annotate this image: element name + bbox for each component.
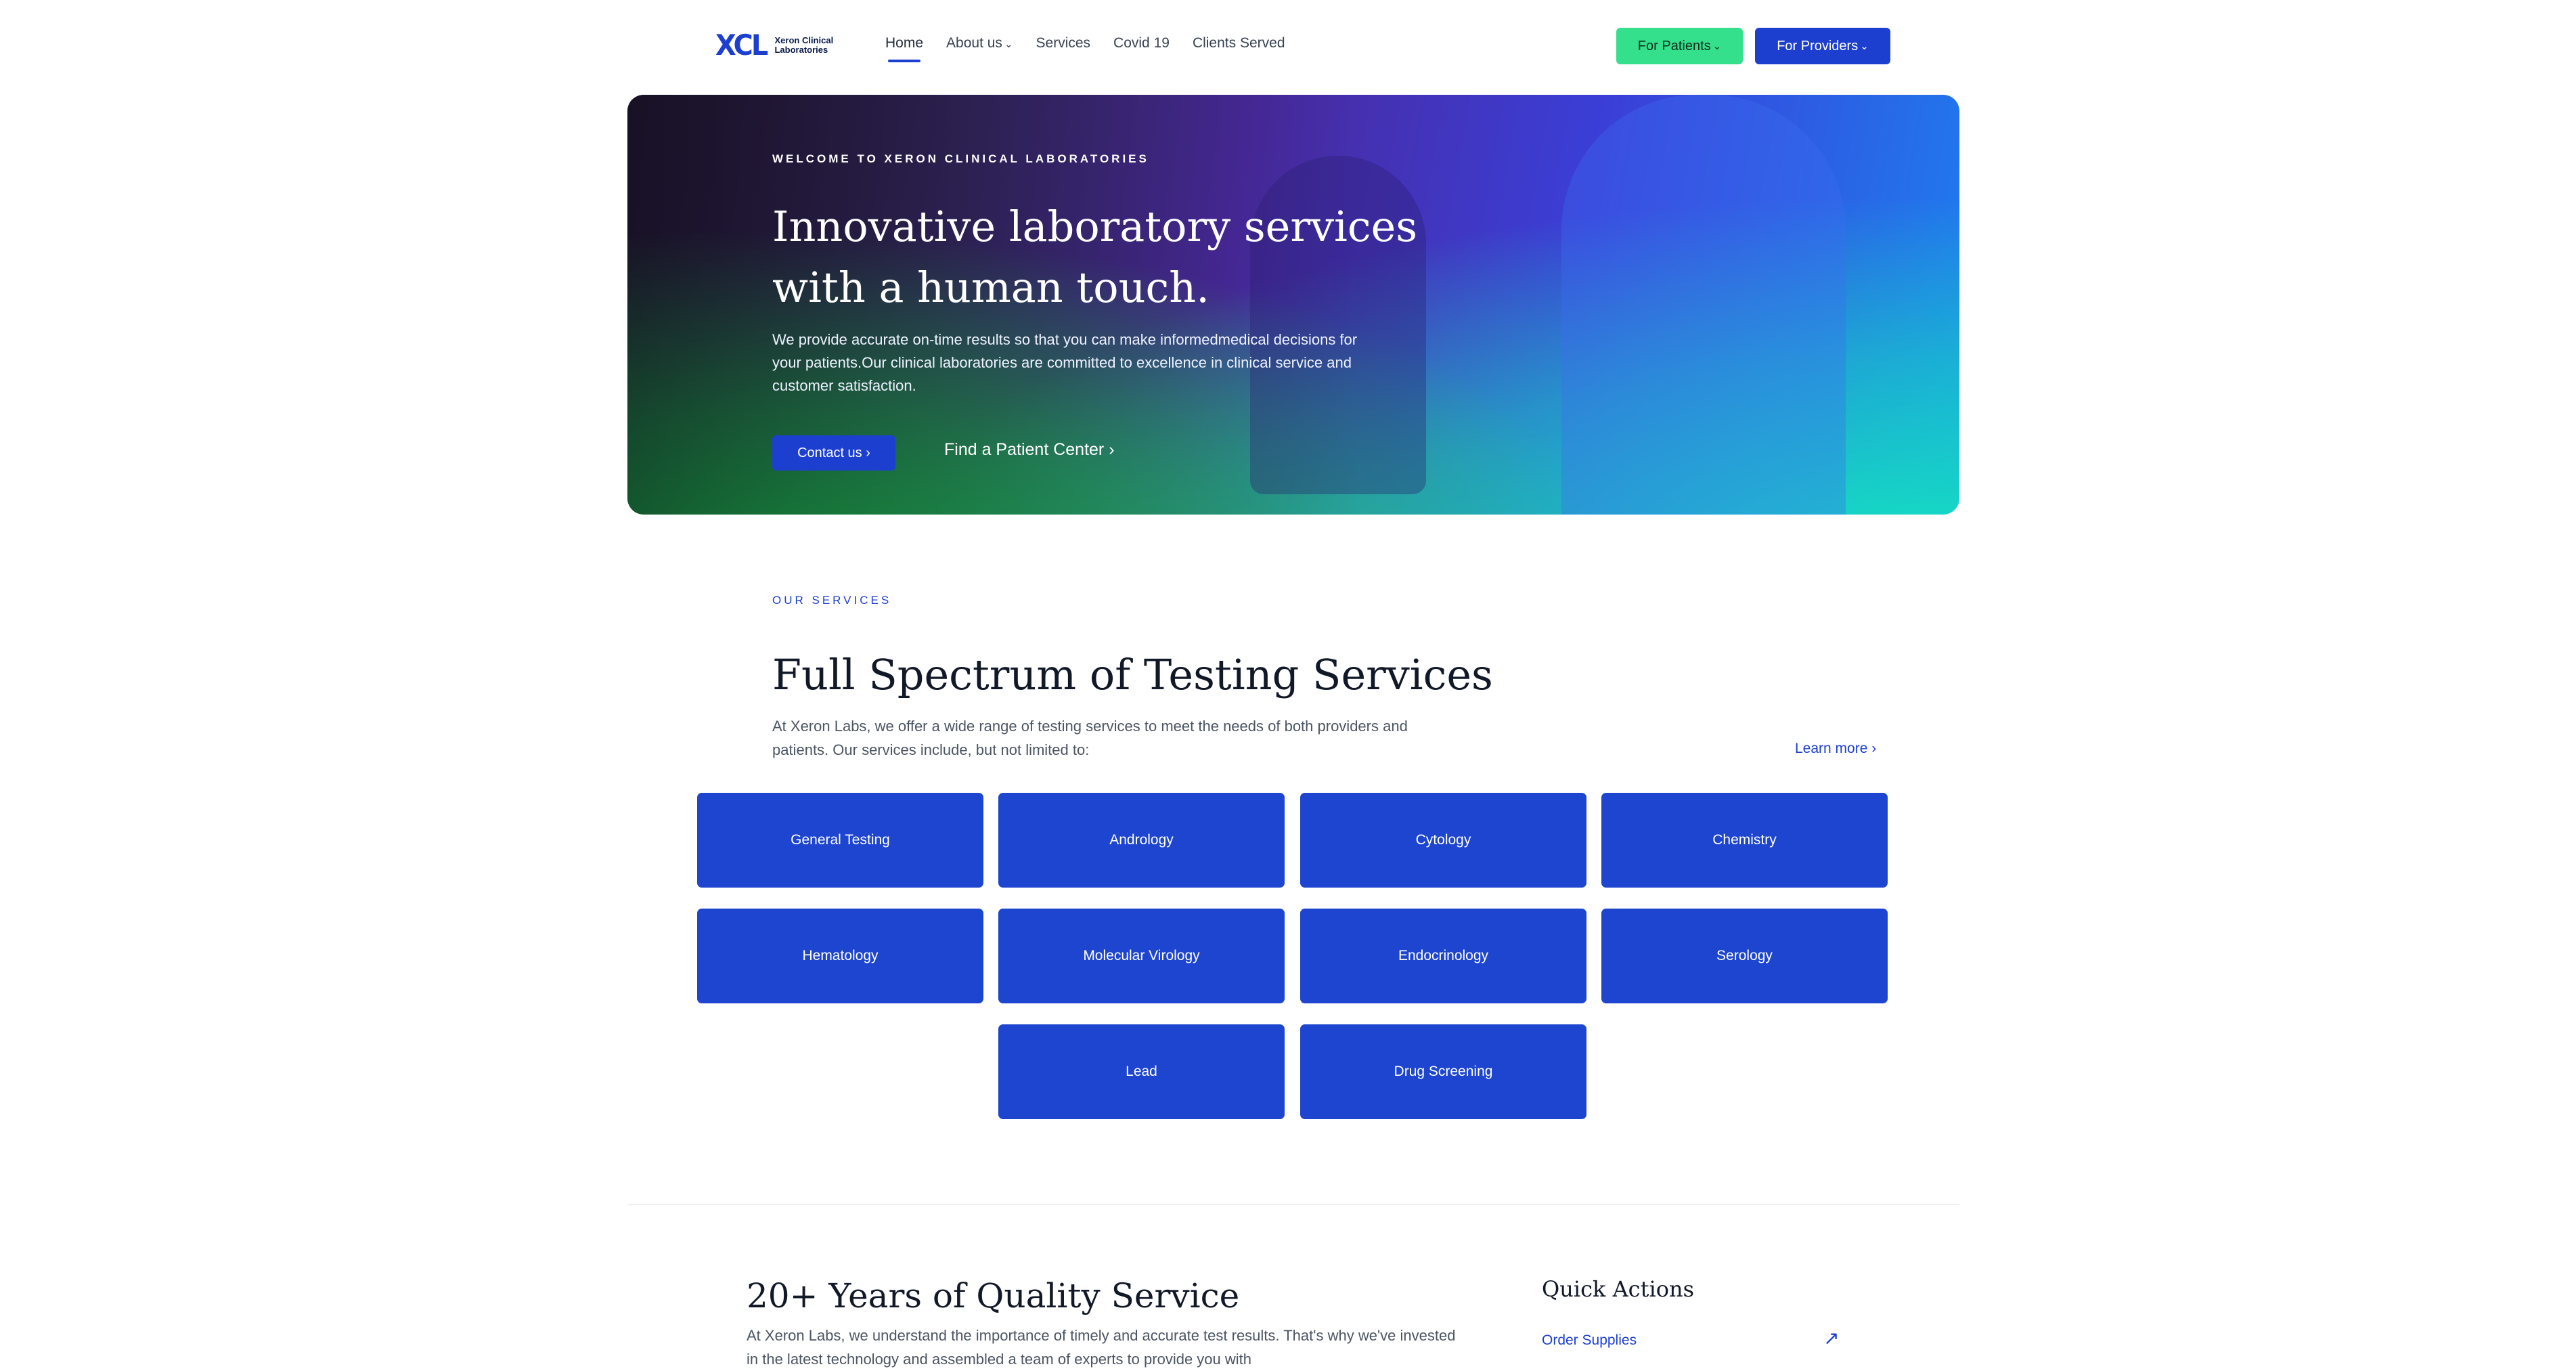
service-tile-chemistry[interactable]: Chemistry [1601, 793, 1888, 888]
for-providers-button[interactable]: For Providers ⌄ [1755, 28, 1890, 64]
service-tile-hematology[interactable]: Hematology [697, 909, 983, 1003]
services-description: At Xeron Labs, we offer a wide range of … [772, 718, 1408, 758]
hero-title: Innovative laboratory services with a hu… [772, 202, 1418, 312]
chevron-down-icon: ⌄ [1860, 41, 1869, 52]
nav-link-clients[interactable]: Clients Served [1193, 35, 1285, 51]
section-divider [627, 1204, 1959, 1205]
quick-actions-title: Quick Actions [1542, 1276, 1694, 1302]
nav-link-home[interactable]: Home [885, 35, 923, 62]
contact-us-button[interactable]: Contact us › [772, 435, 895, 471]
hero-image-scientist-2 [1561, 95, 1846, 515]
chevron-down-icon: ⌄ [1712, 41, 1722, 52]
service-tile-general-testing[interactable]: General Testing [697, 793, 983, 888]
learn-more-link[interactable]: Learn more › [1795, 741, 1876, 757]
nav-link-services[interactable]: Services [1036, 35, 1091, 51]
chevron-down-icon: ⌄ [1004, 39, 1013, 50]
hero-description: We provide accurate on-time results so t… [772, 331, 1358, 394]
hero-eyebrow: WELCOME TO XERON CLINICAL LABORATORIES [772, 152, 1149, 165]
service-tile-molecular-virology[interactable]: Molecular Virology [998, 909, 1285, 1003]
nav-link-about[interactable]: About us ⌄ [946, 35, 1013, 51]
service-tile-lead[interactable]: Lead [998, 1024, 1285, 1119]
arrow-up-right-icon[interactable]: ↗ [1823, 1327, 1839, 1349]
for-providers-label: For Providers [1777, 38, 1859, 53]
about-description: At Xeron Labs, we understand the importa… [747, 1327, 1456, 1368]
service-tile-endocrinology[interactable]: Endocrinology [1300, 909, 1586, 1003]
nav-links: Home About us ⌄ Services Covid 19 Clients… [885, 35, 1285, 62]
about-title: 20+ Years of Quality Service [747, 1276, 1240, 1315]
nav-link-about-label: About us [946, 35, 1002, 51]
service-tile-cytology[interactable]: Cytology [1300, 793, 1586, 888]
quick-action-order-supplies[interactable]: Order Supplies [1542, 1332, 1840, 1349]
service-tile-serology[interactable]: Serology [1601, 909, 1888, 1003]
services-eyebrow: OUR SERVICES [772, 594, 892, 607]
top-nav: XCL Xeron Clinical Laboratories Home Abo… [0, 0, 2576, 95]
for-patients-label: For Patients [1637, 38, 1711, 53]
logo-text: Xeron Clinical Laboratories [774, 35, 834, 55]
nav-link-covid[interactable]: Covid 19 [1113, 35, 1170, 51]
find-patient-center-link[interactable]: Find a Patient Center › [944, 440, 1115, 460]
service-tile-andrology[interactable]: Andrology [998, 793, 1285, 888]
hero-banner: WELCOME TO XERON CLINICAL LABORATORIES I… [627, 95, 1959, 515]
services-title: Full Spectrum of Testing Services [772, 650, 1493, 699]
logo-mark: XCL [715, 28, 768, 62]
logo[interactable]: XCL Xeron Clinical Laboratories [714, 28, 835, 62]
service-tile-drug-screening[interactable]: Drug Screening [1300, 1024, 1586, 1119]
for-patients-button[interactable]: For Patients ⌄ [1616, 28, 1743, 64]
